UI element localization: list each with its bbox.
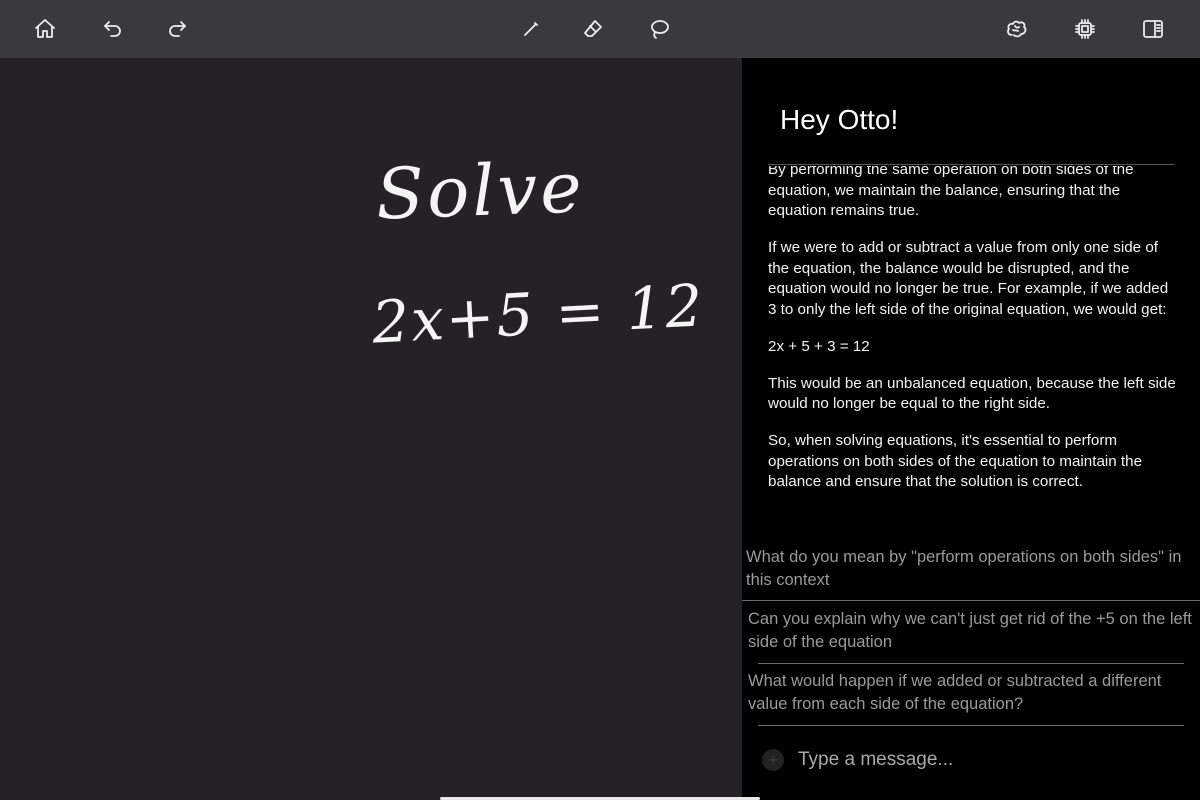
ai-assistant-button[interactable] [1000, 12, 1034, 46]
message-paragraph: 2x + 5 + 3 = 12 [768, 337, 870, 355]
attach-button[interactable]: + [762, 749, 784, 771]
message-paragraph: This would be an unbalanced equation, be… [768, 374, 1176, 413]
lasso-icon [651, 20, 669, 39]
eraser-tool-button[interactable] [576, 12, 610, 46]
pen-icon [524, 22, 538, 36]
message-paragraph: If we were to add or subtract a value fr… [768, 239, 1169, 318]
message-input[interactable] [796, 748, 1178, 772]
home-button[interactable] [28, 12, 62, 46]
home-icon [35, 19, 55, 38]
message-paragraph: So, when solving equations, it's essenti… [768, 432, 1143, 490]
divider [758, 663, 1184, 664]
chip-icon [1075, 19, 1095, 39]
suggested-question[interactable]: Can you explain why we can't just get ri… [748, 608, 1200, 653]
handwriting-line: 2x+5 = 12 [370, 271, 706, 357]
divider [742, 600, 1200, 601]
message-paragraph: By performing the same operation on both… [768, 166, 1134, 219]
brain-icon [1007, 20, 1027, 38]
undo-icon [104, 21, 121, 37]
divider [758, 725, 1184, 726]
redo-button[interactable] [160, 12, 194, 46]
model-chip-button[interactable] [1068, 12, 1102, 46]
lasso-tool-button[interactable] [642, 12, 676, 46]
redo-icon [169, 21, 186, 37]
plus-icon: + [767, 750, 779, 770]
top-toolbar [0, 0, 1200, 58]
suggested-question[interactable]: What do you mean by "perform operations … [746, 546, 1200, 591]
undo-button[interactable] [96, 12, 130, 46]
suggested-question[interactable]: What would happen if we added or subtrac… [748, 670, 1200, 715]
sidebar-icon [1143, 20, 1163, 38]
pen-tool-button[interactable] [514, 12, 548, 46]
chat-greeting: Hey Otto! [780, 104, 899, 135]
chat-message[interactable]: By performing the same operation on both… [768, 166, 1178, 531]
chat-panel: Hey Otto! By performing the same operati… [742, 58, 1200, 800]
handwriting-line: Solve [374, 146, 586, 236]
message-composer: + [758, 740, 1178, 780]
eraser-icon [584, 20, 602, 37]
toggle-sidebar-button[interactable] [1136, 12, 1170, 46]
divider [768, 164, 1174, 165]
drawing-canvas[interactable]: Solve 2x+5 = 12 [0, 58, 742, 800]
